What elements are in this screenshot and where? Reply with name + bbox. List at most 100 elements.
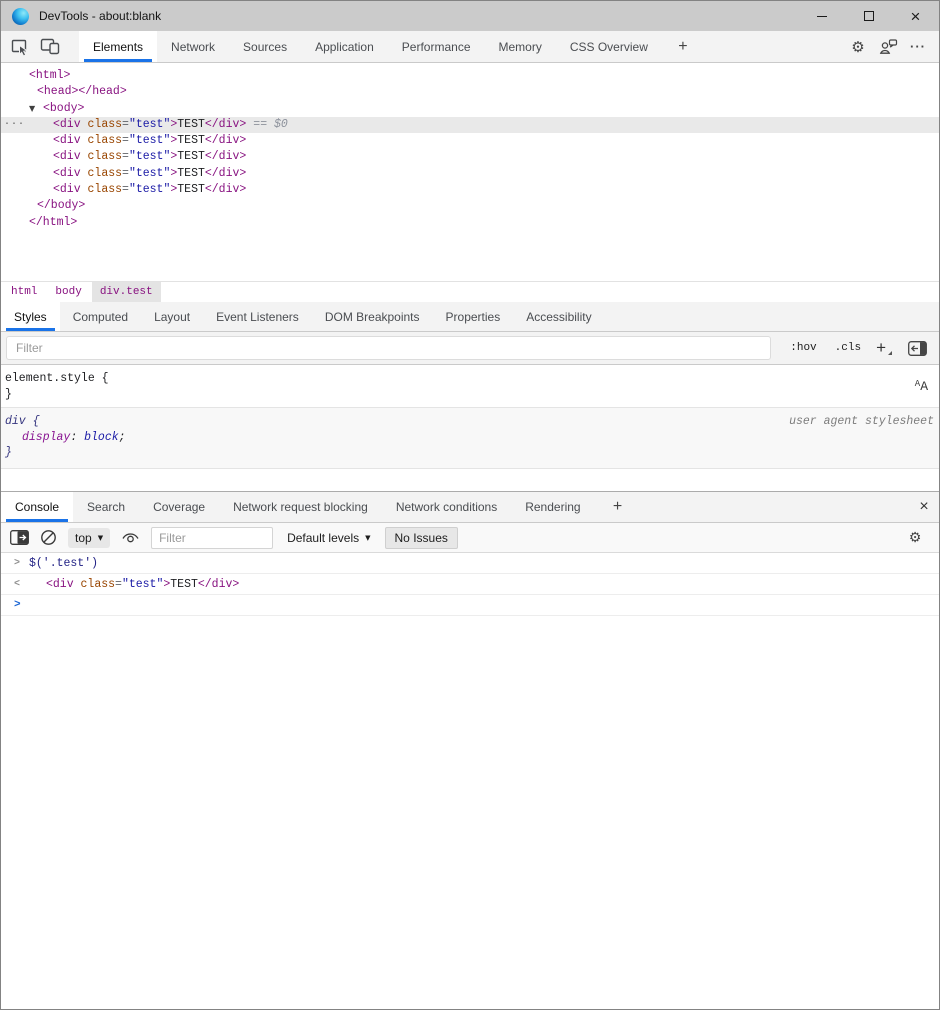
dom-tree-row[interactable]: <head></head> [1, 84, 939, 100]
code-token-tag: </div> [205, 183, 246, 196]
user-agent-rule[interactable]: div { display: block; } user agent style… [1, 408, 939, 469]
dom-tree-row[interactable]: <div class="test">TEST</div> [1, 133, 939, 149]
code-token-text: TEST [177, 150, 205, 163]
tab-memory[interactable]: Memory [485, 31, 556, 62]
code-token-attr: class [81, 150, 122, 163]
tab-sources[interactable]: Sources [229, 31, 301, 62]
new-style-rule-button[interactable]: + [870, 338, 896, 358]
tab-performance[interactable]: Performance [388, 31, 485, 62]
execution-context-selector[interactable]: top ▼ [68, 528, 110, 548]
sidebar-tab-dom-breakpoints[interactable]: DOM Breakpoints [312, 302, 433, 331]
tab-elements[interactable]: Elements [79, 31, 157, 62]
sidebar-tab-event-listeners[interactable]: Event Listeners [203, 302, 312, 331]
context-label: top [75, 531, 92, 545]
code-token-punct: = [122, 183, 129, 196]
dom-tree-row[interactable]: <div class="test">TEST</div> [1, 182, 939, 198]
row-overflow-dots-icon[interactable]: ··· [4, 117, 25, 133]
drawer-tabs: ConsoleSearchCoverageNetwork request blo… [1, 492, 595, 522]
dom-tree-row[interactable]: </html> [1, 215, 939, 231]
console-result-content[interactable]: <div class="test">TEST</div> [29, 578, 939, 591]
code-token-text: TEST [177, 183, 205, 196]
sidebar-tab-layout[interactable]: Layout [141, 302, 203, 331]
font-editor-icon[interactable]: AA [915, 377, 928, 396]
breadcrumb-item-div-test[interactable]: div.test [92, 282, 161, 302]
styles-filter-input[interactable] [6, 336, 771, 360]
issues-label: No Issues [395, 531, 448, 545]
close-icon: × [911, 8, 921, 25]
edge-logo-icon [12, 8, 29, 25]
tab-network[interactable]: Network [157, 31, 229, 62]
console-filter-input[interactable] [151, 527, 273, 549]
drawer-tab-network-request-blocking[interactable]: Network request blocking [219, 492, 382, 522]
clear-console-button[interactable] [40, 529, 57, 546]
breadcrumb-item-body[interactable]: body [47, 282, 89, 302]
drawer-tab-search[interactable]: Search [73, 492, 139, 522]
element-style-rule[interactable]: element.style { } AA [1, 365, 939, 408]
window-controls: × [798, 1, 939, 31]
inspect-cursor-icon [10, 38, 30, 56]
drawer-tab-rendering[interactable]: Rendering [511, 492, 594, 522]
dom-tree-row[interactable]: </body> [1, 198, 939, 214]
drawer-tabbar: ConsoleSearchCoverageNetwork request blo… [1, 492, 939, 523]
code-token-tag: </div> [205, 167, 246, 180]
code-token-text: TEST [177, 118, 205, 131]
code-token-tag: <div [53, 118, 81, 131]
code-token-tag: <html> [29, 69, 70, 82]
disclosure-triangle-icon[interactable]: ▼ [29, 101, 43, 117]
sidebar-tab-computed[interactable]: Computed [60, 302, 141, 331]
inspect-element-button[interactable] [5, 31, 35, 62]
chevron-down-icon: ▼ [365, 534, 370, 542]
minimize-icon [817, 16, 827, 17]
console-settings-button[interactable]: ⚙ [900, 530, 930, 546]
drawer-tab-console[interactable]: Console [1, 492, 73, 522]
add-panel-button[interactable]: + [668, 31, 698, 62]
sidebar-tab-styles[interactable]: Styles [1, 302, 60, 331]
console-command-row: >$('.test') [1, 553, 939, 574]
dom-tree-row[interactable]: ···<div class="test">TEST</div>== $0 [1, 117, 939, 133]
console-prompt-row[interactable]: > [1, 595, 939, 616]
code-token-tag: </div> [198, 578, 239, 591]
more-options-button[interactable]: ··· [903, 39, 933, 54]
drawer-tab-network-conditions[interactable]: Network conditions [382, 492, 511, 522]
panel-toggle-icon [908, 341, 927, 356]
code-token-punct: = [122, 150, 129, 163]
code-token-attr: class [81, 183, 122, 196]
code-token-attr: class [81, 134, 122, 147]
minimize-button[interactable] [798, 1, 845, 31]
close-button[interactable]: × [892, 1, 939, 31]
device-toolbar-button[interactable] [35, 31, 65, 62]
ua-close-line: } [5, 445, 933, 461]
dom-tree-row[interactable]: <div class="test">TEST</div> [1, 166, 939, 182]
dom-tree-row[interactable]: <html> [1, 68, 939, 84]
tab-application[interactable]: Application [301, 31, 388, 62]
styles-pane: element.style { } AA div { display: bloc… [1, 365, 939, 491]
sidebar-tab-properties[interactable]: Properties [433, 302, 514, 331]
stylesheet-origin-label: user agent stylesheet [789, 414, 934, 430]
console-sidebar-button[interactable] [10, 530, 29, 545]
toggle-hover-state-button[interactable]: :hov [781, 342, 825, 354]
drawer-tab-coverage[interactable]: Coverage [139, 492, 219, 522]
console-prompt-chevron-icon: > [14, 599, 29, 612]
toggle-computed-pane-button[interactable] [902, 341, 932, 356]
code-token-val: "test" [129, 167, 170, 180]
code-token-punct: = [122, 118, 129, 131]
dom-tree-row[interactable]: <div class="test">TEST</div> [1, 149, 939, 165]
live-expression-button[interactable] [121, 531, 140, 544]
feedback-button[interactable] [873, 38, 903, 55]
feedback-person-icon [878, 38, 898, 55]
breadcrumb-item-html[interactable]: html [3, 282, 45, 302]
close-drawer-button[interactable]: × [909, 492, 939, 522]
add-drawer-tab-button[interactable]: + [603, 492, 633, 522]
issues-counter[interactable]: No Issues [385, 527, 458, 549]
log-levels-dropdown[interactable]: Default levels ▼ [284, 531, 373, 545]
settings-button[interactable]: ⚙ [843, 38, 873, 56]
code-token-tag: <head></head> [37, 85, 127, 98]
toggle-class-button[interactable]: .cls [826, 342, 870, 354]
sidebar-tab-accessibility[interactable]: Accessibility [513, 302, 604, 331]
dom-tree-row[interactable]: ▼<body> [1, 101, 939, 117]
tab-css-overview[interactable]: CSS Overview [556, 31, 662, 62]
code-token-tag: </div> [205, 150, 246, 163]
chevron-down-icon: ▼ [98, 534, 103, 542]
device-emulation-icon [40, 38, 60, 55]
maximize-button[interactable] [845, 1, 892, 31]
